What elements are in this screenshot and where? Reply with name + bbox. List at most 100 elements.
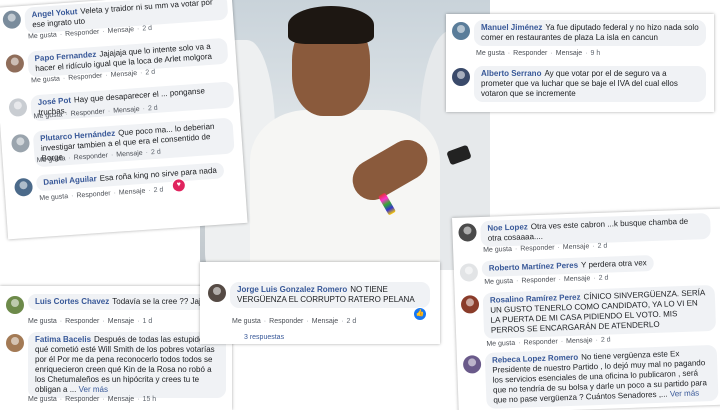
reply-link[interactable]: Responder — [269, 318, 303, 325]
comment-author[interactable]: Manuel Jiménez — [481, 23, 542, 32]
love-reaction-icon[interactable]: ♥ — [172, 178, 186, 192]
comment-actions: Me gusta · Responder · Mensaje · 1 d — [28, 318, 153, 325]
comment-time: 2 d — [153, 186, 164, 195]
comment-time: 2 d — [346, 318, 357, 325]
comments-panel-center: Jorge Luis Gonzalez Romero NO TIENE VERGÜ… — [200, 262, 440, 344]
avatar[interactable] — [6, 334, 24, 352]
like-link[interactable]: Me gusta — [28, 32, 57, 41]
avatar[interactable] — [8, 97, 28, 118]
avatar[interactable] — [2, 10, 22, 30]
reply-link[interactable]: Responder — [513, 50, 547, 57]
like-link[interactable]: Me gusta — [28, 318, 57, 325]
message-link[interactable]: Mensaje — [566, 337, 593, 345]
message-link[interactable]: Mensaje — [556, 50, 582, 57]
avatar[interactable] — [459, 263, 479, 282]
comment: Manuel Jiménez Ya fue diputado federal y … — [452, 20, 710, 46]
like-link[interactable]: Me gusta — [232, 318, 261, 325]
comment-text: Esa roña king no sirve para nada — [99, 165, 218, 183]
comment-bubble: Luis Cortes Chavez Todavía se la cree ?? … — [28, 294, 219, 310]
comment-bubble: Fatima Bacelis Después de todas las estup… — [28, 332, 226, 398]
comment-time: 2 d — [600, 336, 611, 344]
avatar[interactable] — [208, 284, 226, 302]
comments-panel-top-right: Manuel Jiménez Ya fue diputado federal y … — [446, 14, 714, 112]
avatar[interactable] — [6, 296, 24, 314]
message-link[interactable]: Mensaje — [108, 318, 134, 325]
comment-bubble: Daniel Aguilar Esa roña king no sirve par… — [35, 162, 225, 192]
comment-time: 1 d — [142, 318, 153, 325]
comments-panel-right: Noe Lopez Otra ves este cabron ...k busqu… — [452, 208, 720, 410]
message-link[interactable]: Mensaje — [563, 243, 590, 251]
comment-time: 2 d — [142, 24, 153, 33]
reply-link[interactable]: Responder — [65, 396, 99, 403]
message-link[interactable]: Mensaje — [564, 275, 591, 283]
message-link[interactable]: Mensaje — [107, 26, 134, 35]
comment-time: 15 h — [142, 396, 157, 403]
comment-author[interactable]: Noe Lopez — [487, 222, 528, 232]
reply-link[interactable]: Responder — [521, 276, 555, 284]
avatar[interactable] — [452, 68, 470, 86]
comment-time: 2 d — [145, 68, 156, 77]
like-link[interactable]: Me gusta — [31, 75, 60, 84]
hair — [288, 6, 374, 44]
message-link[interactable]: Mensaje — [108, 396, 134, 403]
comment-actions: Me gusta · Responder · Mensaje · 9 h — [476, 50, 601, 57]
avatar[interactable] — [452, 22, 470, 40]
comment-actions: Me gusta · Responder · Mensaje · 2 d — [486, 336, 611, 348]
avatar[interactable] — [5, 53, 25, 74]
message-link[interactable]: Mensaje — [119, 188, 146, 197]
comment-bubble: Rosalino Ramírez Perez CÍNICO SINVERGÜENZ… — [482, 284, 717, 339]
comment: Luis Cortes Chavez Todavía se la cree ?? … — [6, 294, 226, 314]
reply-link[interactable]: Responder — [76, 190, 111, 199]
message-link[interactable]: Mensaje — [110, 70, 137, 79]
comment-author[interactable]: Fatima Bacelis — [35, 335, 91, 344]
comment-time: 2 d — [150, 148, 161, 157]
comment-author[interactable]: Luis Cortes Chavez — [35, 297, 109, 306]
comment-bubble: Jorge Luis Gonzalez Romero NO TIENE VERGÜ… — [230, 282, 430, 308]
avatar[interactable] — [460, 295, 480, 314]
see-more-link[interactable]: Ver más — [79, 385, 108, 394]
comments-panel-left: Angel Yokut Veleta y traidor ni su mm va … — [0, 0, 248, 240]
like-link[interactable]: Me gusta — [476, 50, 505, 57]
comment-actions: Me gusta · Responder · Mensaje · 2 d — [232, 318, 357, 325]
white-shirt — [250, 110, 440, 270]
comment-author[interactable]: Alberto Serrano — [481, 69, 541, 78]
like-reaction-icon[interactable]: 👍 — [414, 308, 426, 320]
reply-link[interactable]: Responder — [520, 244, 554, 252]
comment: Rosalino Ramírez Perez CÍNICO SINVERGÜENZ… — [460, 284, 720, 340]
comment: Rebeca Lopez Romero No tiene vergüenza es… — [462, 344, 720, 410]
comment-author[interactable]: Jorge Luis Gonzalez Romero — [237, 285, 347, 294]
avatar[interactable] — [10, 133, 31, 153]
reply-link[interactable]: Responder — [65, 29, 100, 38]
avatar[interactable] — [458, 223, 477, 242]
comment-text: Todavía se la cree ?? Jajaja — [112, 297, 212, 306]
comment-bubble: Alberto Serrano Ay que votar por el de se… — [474, 66, 706, 102]
comment-time: 9 h — [590, 50, 601, 57]
reply-link[interactable]: Responder — [68, 72, 103, 81]
comment: Jorge Luis Gonzalez Romero NO TIENE VERGÜ… — [208, 282, 436, 308]
like-link[interactable]: Me gusta — [484, 278, 513, 286]
comment-bubble: Manuel Jiménez Ya fue diputado federal y … — [474, 20, 706, 46]
comment-author[interactable]: Daniel Aguilar — [43, 174, 97, 187]
comment: Alberto Serrano Ay que votar por el de se… — [452, 66, 710, 102]
comment-time: 2 d — [147, 104, 158, 113]
like-link[interactable]: Me gusta — [483, 246, 512, 254]
comment-time: 2 d — [598, 274, 609, 282]
comment-bubble: Roberto Martínez Peres Y perdera otra vex — [481, 254, 655, 277]
comment-bubble: Rebeca Lopez Romero No tiene vergüenza es… — [484, 344, 719, 409]
see-more-link[interactable]: Ver más — [670, 388, 700, 398]
comment-actions: Me gusta · Responder · Mensaje · 15 h — [28, 396, 157, 403]
like-link[interactable]: Me gusta — [28, 396, 57, 403]
replies-link[interactable]: 3 respuestas — [244, 334, 284, 341]
reply-link[interactable]: Responder — [523, 338, 557, 346]
comment-bubble: Noe Lopez Otra ves este cabron ...k busqu… — [480, 212, 711, 248]
comment-author[interactable]: Roberto Martínez Peres — [489, 261, 579, 273]
message-link[interactable]: Mensaje — [312, 318, 338, 325]
reply-link[interactable]: Responder — [65, 318, 99, 325]
like-link[interactable]: Me gusta — [39, 193, 68, 202]
like-link[interactable]: Me gusta — [486, 340, 515, 348]
comment: Fatima Bacelis Después de todas las estup… — [6, 332, 228, 398]
comments-panel-bottom-left: Luis Cortes Chavez Todavía se la cree ?? … — [0, 286, 232, 410]
avatar[interactable] — [462, 355, 482, 374]
comment-time: 2 d — [597, 242, 608, 250]
avatar[interactable] — [13, 177, 34, 197]
